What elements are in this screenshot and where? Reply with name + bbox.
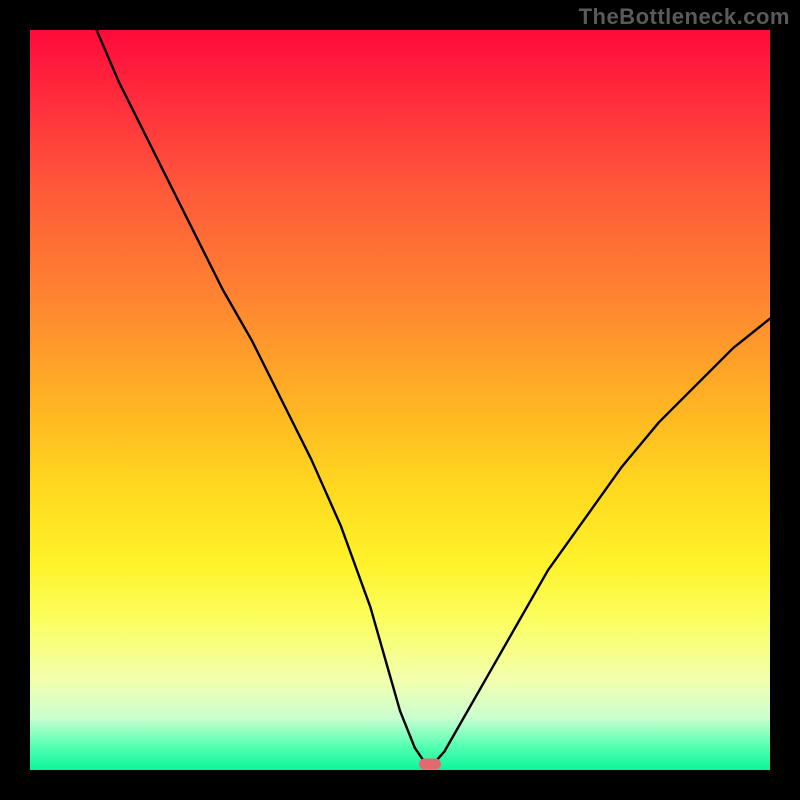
optimum-marker — [419, 759, 441, 770]
bottleneck-curve — [30, 30, 770, 770]
curve-path — [97, 30, 770, 764]
chart-frame: TheBottleneck.com — [0, 0, 800, 800]
watermark-text: TheBottleneck.com — [579, 4, 790, 30]
plot-area — [30, 30, 770, 770]
